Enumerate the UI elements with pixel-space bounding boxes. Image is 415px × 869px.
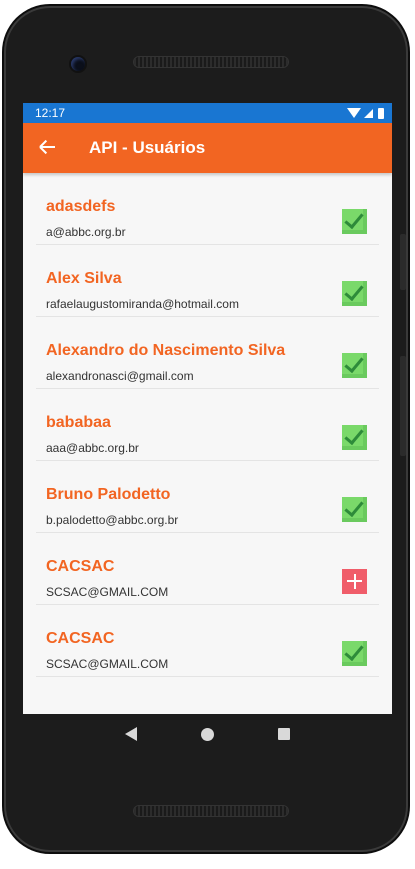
checkmark-icon[interactable]	[342, 496, 367, 522]
user-email: b.palodetto@abbc.org.br	[46, 513, 179, 527]
list-item[interactable]: Alexandro do Nascimento Silva alexandrona…	[36, 317, 379, 389]
user-name: Alexandro do Nascimento Silva	[46, 342, 286, 359]
checkmark-icon[interactable]	[342, 424, 367, 450]
app-bar: API - Usuários	[23, 123, 392, 173]
list-item[interactable]: adasdefs a@abbc.org.br	[36, 173, 379, 245]
checkmark-icon[interactable]	[342, 208, 367, 234]
user-name: Bruno Palodetto	[46, 486, 171, 503]
navigation-bar	[23, 714, 392, 754]
user-list: adasdefs a@abbc.org.br Alex Silva rafaelaug…	[23, 173, 392, 677]
list-item[interactable]: Bruno Palodetto b.palodetto@abbc.org.br	[36, 461, 379, 533]
nav-home-icon[interactable]	[201, 727, 214, 741]
user-name: adasdefs	[46, 198, 116, 215]
user-name: Alex Silva	[46, 270, 122, 287]
user-email: rafaelaugustomiranda@hotmail.com	[46, 297, 239, 311]
checkmark-icon[interactable]	[342, 352, 367, 378]
arrow-left-icon[interactable]	[25, 123, 71, 173]
bottom-speaker	[134, 806, 288, 816]
signal-icon	[364, 108, 373, 118]
battery-icon	[378, 107, 384, 119]
nav-recents-icon[interactable]	[278, 728, 290, 740]
status-icons	[347, 107, 384, 119]
screen: 12:17 API - Usuários adasdefs a@abbc.org.…	[23, 103, 392, 714]
checkmark-icon[interactable]	[342, 640, 367, 666]
status-bar: 12:17	[23, 103, 392, 123]
plus-icon[interactable]	[342, 569, 367, 594]
user-name: CACSAC	[46, 558, 115, 575]
user-email: a@abbc.org.br	[46, 225, 126, 239]
volume-button	[400, 356, 406, 456]
checkmark-icon[interactable]	[342, 280, 367, 306]
list-item[interactable]: Alex Silva rafaelaugustomiranda@hotmail.c…	[36, 245, 379, 317]
user-name: CACSAC	[46, 630, 115, 647]
power-button	[400, 234, 406, 290]
user-email: alexandronasci@gmail.com	[46, 369, 194, 383]
user-email: SCSAC@GMAIL.COM	[46, 585, 169, 599]
camera-icon	[71, 57, 85, 71]
list-item[interactable]: CACSAC SCSAC@GMAIL.COM	[36, 533, 379, 605]
list-item[interactable]: bababaa aaa@abbc.org.br	[36, 389, 379, 461]
user-email: aaa@abbc.org.br	[46, 441, 139, 455]
nav-back-icon[interactable]	[125, 727, 137, 741]
list-item[interactable]: CACSAC SCSAC@GMAIL.COM	[36, 605, 379, 677]
earpiece-speaker	[134, 57, 288, 67]
page-title: API - Usuários	[89, 138, 206, 157]
user-email: SCSAC@GMAIL.COM	[46, 657, 169, 671]
status-time: 12:17	[35, 106, 66, 120]
wifi-icon	[347, 108, 361, 118]
user-name: bababaa	[46, 414, 111, 431]
